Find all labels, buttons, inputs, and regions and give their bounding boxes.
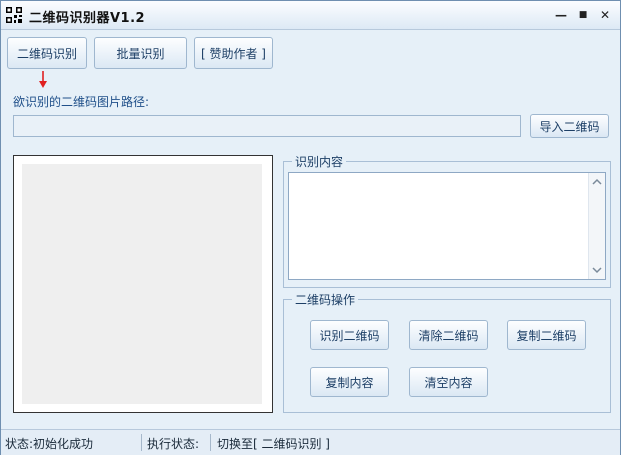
recognize-qr-button[interactable]: 识别二维码	[310, 320, 389, 350]
exec-status-label: 执行状态:	[147, 437, 200, 451]
tab-batch-recognize[interactable]: 批量识别	[94, 37, 187, 69]
status-bar: 状态:初始化成功 执行状态: 切换至[ 二维码识别 ]	[1, 429, 620, 455]
clear-qr-button[interactable]: 清除二维码	[409, 320, 488, 350]
tab-qr-recognize[interactable]: 二维码识别	[7, 37, 87, 69]
ops-group-title: 二维码操作	[292, 291, 359, 308]
close-button[interactable]: ✕	[597, 7, 613, 23]
qr-code-icon	[6, 7, 22, 23]
vertical-scrollbar[interactable]	[588, 173, 605, 279]
qr-image-preview	[22, 164, 262, 404]
copy-qr-button[interactable]: 复制二维码	[507, 320, 586, 350]
window-title: 二维码识别器V1.2	[29, 11, 146, 26]
result-text	[289, 173, 605, 179]
scroll-down-icon[interactable]	[592, 265, 602, 275]
status-state: 状态:初始化成功	[5, 437, 94, 451]
path-label: 欲识别的二维码图片路径:	[13, 95, 150, 109]
import-qr-button[interactable]: 导入二维码	[530, 114, 609, 138]
title-bar[interactable]: 二维码识别器V1.2 — ■ ✕	[1, 1, 620, 30]
result-textarea[interactable]	[288, 172, 606, 280]
sponsor-author-button[interactable]: [ 赞助作者 ]	[194, 37, 273, 69]
qr-image-panel	[13, 155, 273, 413]
red-down-arrow-icon	[39, 71, 47, 88]
minimize-button[interactable]: —	[553, 7, 569, 23]
result-groupbox: 识别内容	[283, 153, 611, 288]
exec-status-value: 切换至[ 二维码识别 ]	[217, 437, 330, 451]
app-window: 二维码识别器V1.2 — ■ ✕ 二维码识别 批量识别 [ 赞助作者 ] 欲识别…	[0, 0, 621, 455]
result-group-title: 识别内容	[292, 153, 347, 170]
status-divider	[210, 434, 211, 451]
scroll-up-icon[interactable]	[592, 177, 602, 187]
copy-content-button[interactable]: 复制内容	[310, 367, 389, 397]
status-divider	[141, 434, 142, 451]
image-path-input[interactable]	[13, 115, 521, 137]
clear-content-button[interactable]: 清空内容	[409, 367, 488, 397]
maximize-button[interactable]: ■	[575, 7, 591, 23]
